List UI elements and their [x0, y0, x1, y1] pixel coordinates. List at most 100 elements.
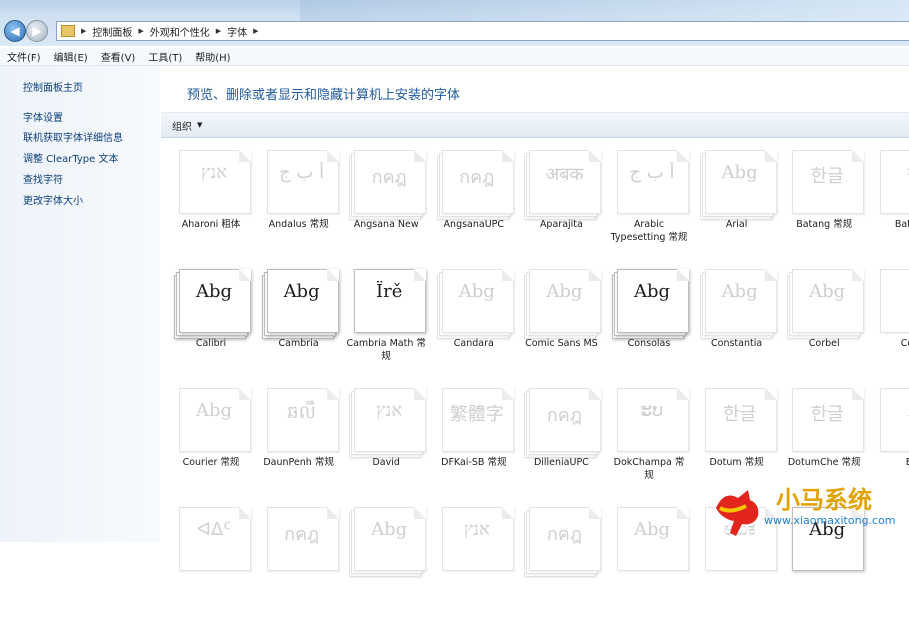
chevron-right-icon[interactable]: ▶	[136, 27, 145, 35]
page-fold	[501, 388, 514, 400]
breadcrumb-fonts[interactable]: 字体	[223, 24, 251, 39]
font-name: Aparajita	[539, 219, 583, 230]
chevron-down-icon[interactable]: ▼	[197, 121, 202, 129]
breadcrumb-appearance[interactable]: 外观和个性化	[146, 24, 214, 39]
page-fold	[589, 388, 602, 400]
breadcrumb-control-panel[interactable]: 控制面板	[88, 24, 136, 39]
font-sample: กคฎ	[546, 405, 582, 426]
font-sample: Abg	[458, 281, 495, 302]
font-item[interactable]: أ ب ج Arabic Typesetting 常规	[609, 140, 689, 265]
font-item[interactable]: Ïrě Cambria Math 常规	[346, 259, 427, 384]
font-sample: Ïrě	[376, 281, 403, 302]
font-item[interactable]: Abg Arial	[697, 140, 777, 265]
page-fold	[326, 507, 339, 519]
font-settings-link[interactable]: 字体设置	[23, 109, 63, 124]
chevron-right-icon[interactable]: ▶	[251, 27, 260, 35]
font-item[interactable]: ឆលឹ DaunPenh 常规	[259, 378, 339, 503]
font-item[interactable]: กคฎ DilleniaUPC	[521, 378, 602, 503]
font-item[interactable]: Abg Cambria	[259, 259, 339, 384]
page-fold	[326, 388, 339, 400]
font-name: Eb	[905, 457, 909, 468]
font-item[interactable]: 한글 Batang 常规	[784, 140, 865, 265]
font-sample: Abg	[633, 281, 671, 302]
font-sample: أ ب ج	[629, 162, 675, 183]
font-item[interactable]: אנץ Aharoni 粗体	[171, 140, 251, 265]
page-fold	[764, 150, 777, 162]
title-bar: ◀ ▶ ▶ 控制面板 ▶ 外观和个性化 ▶ 字体 ▶	[0, 0, 909, 46]
font-item[interactable]: Abg Corbel	[784, 259, 865, 384]
font-item[interactable]: Abg Consolas	[609, 259, 689, 384]
page-fold	[414, 388, 427, 400]
font-item[interactable]: 한 Batang	[872, 140, 909, 265]
font-item[interactable]: Abg	[609, 497, 689, 622]
font-sample: ឆលឹ	[287, 402, 316, 423]
font-sample: Abg	[633, 519, 671, 540]
organize-button[interactable]: 组织	[172, 118, 192, 133]
font-item[interactable]: Abg Comic Sans MS	[521, 259, 602, 384]
font-item[interactable]: Cord	[872, 259, 909, 384]
change-font-size-link[interactable]: 更改字体大小	[23, 192, 83, 207]
menu-view[interactable]: 查看(V)	[94, 49, 142, 64]
page-fold	[764, 269, 777, 281]
font-name: Batang	[894, 219, 909, 230]
font-item[interactable]: Abg Constantia	[697, 259, 777, 384]
font-item[interactable]: ະບ DokChampa 常规	[609, 378, 689, 503]
font-item[interactable]: अबक Aparajita	[521, 140, 602, 265]
control-panel-home-link[interactable]: 控制面板主页	[23, 79, 83, 94]
font-name: Cambria Math 常规	[346, 338, 426, 362]
menu-tools[interactable]: 工具(T)	[141, 49, 188, 64]
font-item[interactable]: 繁體字 DFKai-SB 常规	[434, 378, 514, 503]
adjust-cleartype-link[interactable]: 调整 ClearType 文本	[23, 150, 118, 165]
font-sample: Abg	[371, 519, 408, 540]
font-sample: กคฎ	[459, 167, 495, 188]
font-item[interactable]: Abg Courier 常规	[171, 378, 251, 503]
font-item[interactable]: אנץ	[434, 497, 514, 622]
page-fold	[677, 388, 689, 400]
watermark-logo: 小马系统 www.xiaomaxitong.com	[716, 486, 896, 536]
font-item[interactable]: אנץ David	[346, 378, 427, 503]
font-item[interactable]: กคฎ	[259, 497, 339, 622]
font-file-icon	[879, 269, 909, 333]
chevron-right-icon[interactable]: ▶	[214, 27, 223, 35]
font-sample: अबक	[545, 164, 584, 185]
font-sample: Abg	[546, 281, 583, 302]
font-sample: กคฎ	[546, 524, 582, 545]
font-sample: אנץ	[376, 400, 403, 421]
page-fold	[326, 269, 339, 281]
get-font-info-online-link[interactable]: 联机获取字体详细信息	[23, 129, 123, 144]
aero-glass	[300, 0, 909, 22]
font-name: David	[372, 457, 400, 468]
font-name: DaunPenh 常规	[263, 457, 334, 468]
font-sample: 한	[880, 162, 909, 188]
font-name: Consolas	[627, 338, 671, 349]
font-name: Comic Sans MS	[525, 338, 598, 349]
font-sample: A	[880, 400, 909, 421]
menu-file[interactable]: 文件(F)	[0, 49, 47, 64]
menu-help[interactable]: 帮助(H)	[188, 49, 236, 64]
forward-button[interactable]: ▶	[26, 20, 48, 42]
font-name: Corbel	[808, 338, 840, 349]
font-item[interactable]: Abg	[346, 497, 427, 622]
font-sample: أ ب ج	[279, 162, 325, 183]
page-fold	[501, 507, 514, 519]
font-item[interactable]: Abg Calibri	[171, 259, 251, 384]
font-sample: กคฎ	[284, 524, 320, 545]
font-item[interactable]: ᐊᐃᑦ	[171, 497, 251, 622]
font-name: Aharoni 粗体	[181, 219, 241, 230]
font-item[interactable]: أ ب ج Andalus 常规	[259, 140, 339, 265]
font-sample: Abg	[195, 400, 233, 421]
menu-edit[interactable]: 编辑(E)	[47, 49, 94, 64]
font-item[interactable]: Abg Candara	[434, 259, 514, 384]
page-fold	[852, 269, 865, 281]
font-item[interactable]: กคฎ AngsanaUPC	[434, 140, 514, 265]
font-item[interactable]: กคฎ Angsana New	[346, 140, 427, 265]
font-sample: Abg	[721, 281, 758, 302]
page-fold	[239, 150, 251, 162]
page-fold	[326, 150, 339, 162]
font-item[interactable]: กคฎ	[521, 497, 602, 622]
find-character-link[interactable]: 查找字符	[23, 171, 63, 186]
address-bar[interactable]: ▶ 控制面板 ▶ 外观和个性化 ▶ 字体 ▶	[56, 21, 909, 41]
font-name: AngsanaUPC	[443, 219, 505, 230]
page-fold	[677, 150, 689, 162]
back-button[interactable]: ◀	[4, 20, 26, 42]
